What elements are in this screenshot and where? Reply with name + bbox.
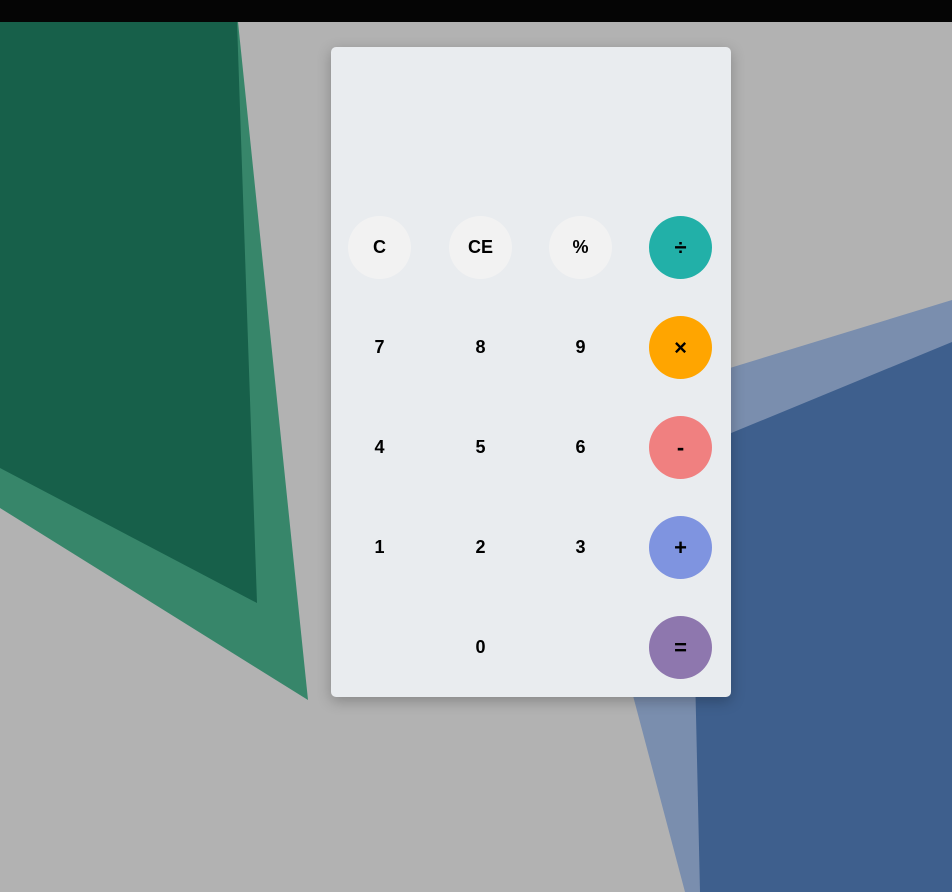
digit-9-button[interactable]: 9	[549, 316, 612, 379]
add-button[interactable]: +	[649, 516, 712, 579]
digit-5-button[interactable]: 5	[449, 416, 512, 479]
clear-button[interactable]: C	[348, 216, 411, 279]
digit-7-button[interactable]: 7	[348, 316, 411, 379]
equals-button[interactable]: =	[649, 616, 712, 679]
divide-button[interactable]: ÷	[649, 216, 712, 279]
digit-2-button[interactable]: 2	[449, 516, 512, 579]
multiply-button[interactable]: ×	[649, 316, 712, 379]
digit-1-button[interactable]: 1	[348, 516, 411, 579]
calculator-panel: C CE % ÷ 7 8 9 × 4 5 6 - 1 2 3 + 0 =	[331, 47, 731, 697]
digit-8-button[interactable]: 8	[449, 316, 512, 379]
clear-entry-button[interactable]: CE	[449, 216, 512, 279]
percent-button[interactable]: %	[549, 216, 612, 279]
digit-0-button[interactable]: 0	[449, 616, 512, 679]
digit-4-button[interactable]: 4	[348, 416, 411, 479]
subtract-button[interactable]: -	[649, 416, 712, 479]
calculator-display	[331, 47, 731, 197]
top-bar	[0, 0, 952, 22]
digit-6-button[interactable]: 6	[549, 416, 612, 479]
digit-3-button[interactable]: 3	[549, 516, 612, 579]
